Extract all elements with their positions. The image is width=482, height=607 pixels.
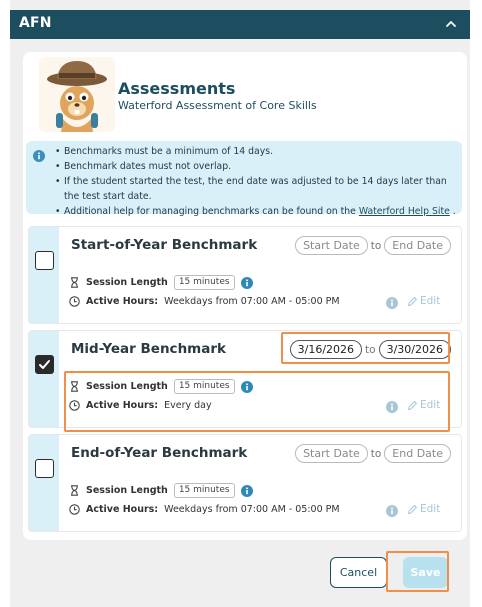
pencil-icon <box>407 504 418 514</box>
section-title: AFN <box>19 15 52 31</box>
active-hours-value: Weekdays from 07:00 AM - 05:00 PM <box>164 296 340 307</box>
session-length-label: Session Length <box>86 381 168 392</box>
session-length-row: Session Length 15 minutes <box>69 379 253 394</box>
benchmark-sidebar <box>29 227 59 323</box>
clock-icon <box>69 504 80 515</box>
active-hours-row: Active Hours: Every day <box>69 400 212 411</box>
end-date-input[interactable]: 3/30/2026 <box>378 340 451 359</box>
benchmark-name: Mid-Year Benchmark <box>71 341 226 357</box>
benchmark-sidebar <box>29 435 59 531</box>
active-hours-value: Weekdays from 07:00 AM - 05:00 PM <box>164 504 340 515</box>
mascot-image <box>39 57 115 132</box>
clock-icon <box>69 296 80 307</box>
session-length-row: Session Length 15 minutes <box>69 275 253 290</box>
active-hours-value: Every day <box>164 400 212 411</box>
info-icon[interactable] <box>386 505 398 517</box>
start-date-input[interactable]: 3/16/2026 <box>289 340 363 359</box>
help-text: Additional help for managing benchmarks … <box>64 206 359 217</box>
info-item: Benchmark dates must not overlap. <box>53 159 460 174</box>
page-title: Assessments <box>118 79 236 98</box>
end-date-input[interactable]: End Date <box>384 444 451 463</box>
active-hours-row: Active Hours: Weekdays from 07:00 AM - 0… <box>69 504 340 515</box>
pencil-icon <box>407 296 418 306</box>
end-date-input[interactable]: End Date <box>384 236 451 255</box>
edit-button[interactable]: Edit <box>407 295 440 307</box>
active-hours-label: Active Hours: <box>86 504 159 515</box>
session-length-label: Session Length <box>86 485 168 496</box>
date-range: 3/16/2026 to 3/30/2026 <box>289 339 451 360</box>
info-box: Benchmarks must be a minimum of 14 days.… <box>26 141 462 219</box>
info-item: If the student started the test, the end… <box>53 174 460 204</box>
clock-icon <box>69 400 80 411</box>
benchmark-name: Start-of-Year Benchmark <box>71 237 258 253</box>
info-item: Benchmarks must be a minimum of 14 days. <box>53 144 460 159</box>
active-hours-label: Active Hours: <box>86 296 159 307</box>
active-hours-label: Active Hours: <box>86 400 159 411</box>
session-length-value: 15 minutes <box>173 275 235 290</box>
chevron-up-icon[interactable] <box>444 17 458 31</box>
hourglass-icon <box>71 381 78 392</box>
benchmark-start-of-year: Start-of-Year Benchmark Start Date to En… <box>28 226 462 324</box>
edit-label: Edit <box>420 295 441 307</box>
edit-label: Edit <box>420 503 441 515</box>
info-icon[interactable] <box>240 484 253 497</box>
hourglass-icon <box>71 277 78 288</box>
benchmark-mid-year: Mid-Year Benchmark 3/16/2026 to 3/30/202… <box>28 330 462 428</box>
date-separator: to <box>365 343 376 356</box>
cancel-button[interactable]: Cancel <box>330 557 387 588</box>
date-separator: to <box>370 239 382 252</box>
info-item-help: Additional help for managing benchmarks … <box>53 204 460 219</box>
start-date-input[interactable]: Start Date <box>295 236 368 255</box>
session-length-value: 15 minutes <box>173 483 235 498</box>
save-button[interactable]: Save <box>403 557 448 588</box>
edit-button[interactable]: Edit <box>407 503 440 515</box>
info-icon[interactable] <box>240 380 253 393</box>
benchmark-checkbox[interactable] <box>35 251 54 270</box>
info-icon[interactable] <box>386 401 398 413</box>
date-separator: to <box>370 447 382 460</box>
session-length-label: Session Length <box>86 277 168 288</box>
info-icon <box>33 150 45 162</box>
active-hours-row: Active Hours: Weekdays from 07:00 AM - 0… <box>69 296 340 307</box>
assessments-card: Assessments Waterford Assessment of Core… <box>23 52 467 540</box>
start-date-input[interactable]: Start Date <box>295 444 368 463</box>
benchmark-end-of-year: End-of-Year Benchmark Start Date to End … <box>28 434 462 532</box>
edit-button[interactable]: Edit <box>407 399 440 411</box>
hourglass-icon <box>71 485 78 496</box>
pencil-icon <box>407 400 418 410</box>
session-length-value: 15 minutes <box>173 379 235 394</box>
date-range: Start Date to End Date <box>295 443 451 464</box>
info-icon[interactable] <box>240 276 253 289</box>
page-subtitle: Waterford Assessment of Core Skills <box>118 99 317 112</box>
checkmark-icon <box>39 360 50 369</box>
info-list: Benchmarks must be a minimum of 14 days.… <box>53 144 460 219</box>
benchmark-sidebar <box>29 331 59 427</box>
section-header[interactable]: AFN <box>10 10 470 39</box>
help-suffix: . <box>449 206 456 217</box>
info-icon[interactable] <box>386 297 398 309</box>
date-range: Start Date to End Date <box>295 235 451 256</box>
panel: AFN Assessments Waterford Assessment of … <box>10 0 470 607</box>
session-length-row: Session Length 15 minutes <box>69 483 253 498</box>
help-site-link[interactable]: Waterford Help Site <box>359 206 450 217</box>
benchmark-checkbox[interactable] <box>35 459 54 478</box>
benchmark-name: End-of-Year Benchmark <box>71 445 248 461</box>
benchmark-checkbox[interactable] <box>35 355 54 374</box>
edit-label: Edit <box>420 399 441 411</box>
